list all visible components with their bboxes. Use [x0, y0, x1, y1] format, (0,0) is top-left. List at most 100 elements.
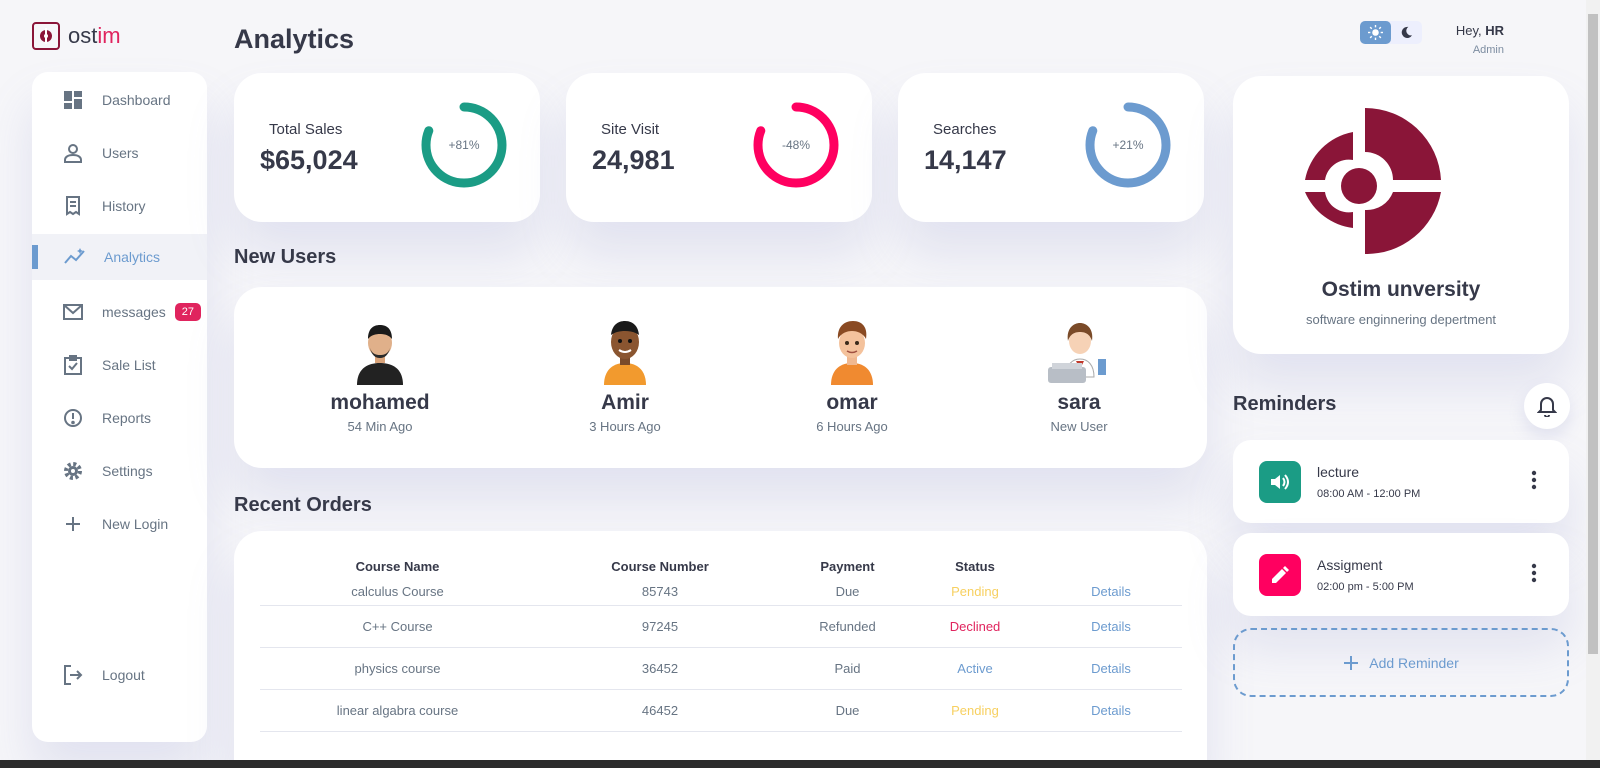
avatar — [590, 315, 660, 385]
reminder-item[interactable]: Assigment 02:00 pm - 5:00 PM — [1233, 533, 1569, 616]
details-link[interactable]: Details — [1040, 647, 1182, 690]
more-vertical-icon[interactable] — [1531, 470, 1537, 490]
payment: Due — [785, 689, 910, 732]
table-row: physics course 36452 Paid Active Details — [260, 647, 1182, 690]
sidebar-item-sale-list[interactable]: Sale List — [32, 342, 207, 388]
brand-name: ostim — [68, 23, 121, 48]
greeting-text: Hey, — [1455, 23, 1482, 38]
sidebar-item-label: Analytics — [104, 249, 161, 265]
details-link[interactable]: Details — [1040, 605, 1182, 648]
reminder-time: 02:00 pm - 5:00 PM — [1317, 581, 1414, 593]
stat-value: 24,981 — [592, 145, 675, 175]
gear-icon — [62, 460, 84, 482]
user-role: Admin — [1472, 44, 1504, 56]
sidebar-item-label: Users — [102, 145, 139, 161]
sidebar-item-analytics[interactable]: Analytics — [32, 234, 207, 280]
logo-icon — [32, 22, 60, 50]
add-reminder-button[interactable]: Add Reminder — [1233, 628, 1569, 697]
plus-icon — [1344, 655, 1359, 670]
logout-button[interactable]: Logout — [32, 652, 207, 698]
column-header — [1040, 553, 1182, 579]
user-item[interactable]: sara New User — [979, 315, 1179, 434]
mail-icon — [62, 301, 84, 323]
status-badge: Declined — [910, 605, 1040, 648]
notifications-button[interactable] — [1524, 383, 1570, 429]
column-header: Course Name — [355, 558, 440, 574]
stat-card-searches: Searches 14,147 +21% — [898, 73, 1204, 222]
reminder-title: lecture — [1317, 464, 1360, 480]
column-header: Course Number — [611, 558, 709, 574]
user-time: 54 Min Ago — [347, 419, 413, 434]
payment: Paid — [785, 647, 910, 690]
user-icon — [62, 142, 84, 164]
course-name: physics course — [260, 647, 535, 690]
university-name: Ostim unversity — [1321, 278, 1481, 301]
volume-icon — [1259, 461, 1301, 503]
avatar — [817, 315, 887, 385]
stat-value: $65,024 — [260, 145, 358, 175]
stat-card-total-sales: Total Sales $65,024 +81% — [234, 73, 540, 222]
plus-icon — [62, 513, 84, 535]
stat-percent: +21% — [1112, 138, 1144, 152]
sidebar-item-dashboard[interactable]: Dashboard — [32, 77, 207, 123]
user-time: New User — [1050, 419, 1108, 434]
user-time: 6 Hours Ago — [816, 419, 888, 434]
sidebar-item-label: Sale List — [102, 357, 156, 373]
course-number: 36452 — [535, 647, 785, 690]
status-badge: Pending — [910, 579, 1040, 606]
user-greeting: Hey, HR Admin — [1449, 23, 1504, 56]
sidebar-item-settings[interactable]: Settings — [32, 448, 207, 494]
course-number: 46452 — [535, 689, 785, 732]
os-taskbar — [0, 760, 1600, 768]
stat-label: Searches — [933, 121, 997, 138]
university-logo — [1305, 108, 1441, 254]
course-name: calculus Course — [260, 579, 535, 606]
sidebar-item-label: History — [102, 198, 146, 214]
payment: Refunded — [785, 605, 910, 648]
reminder-title: Assigment — [1317, 557, 1383, 573]
user-item[interactable]: Amir 3 Hours Ago — [525, 315, 725, 434]
column-header: Status — [955, 558, 995, 574]
more-vertical-icon[interactable] — [1531, 563, 1537, 583]
receipt-icon — [62, 195, 84, 217]
stat-value: 14,147 — [924, 145, 1007, 175]
table-row: linear algabra course 46452 Due Pending … — [260, 689, 1182, 732]
user-name: mohamed — [330, 391, 430, 414]
sidebar-item-users[interactable]: Users — [32, 130, 207, 176]
recent-orders-title: Recent Orders — [234, 494, 372, 516]
sun-icon[interactable] — [1360, 21, 1391, 44]
stat-percent: -48% — [781, 138, 810, 152]
dashboard-icon — [62, 89, 84, 111]
theme-toggle[interactable] — [1360, 21, 1422, 44]
sidebar-item-label: messages — [102, 304, 166, 320]
brand-logo[interactable]: ostim — [32, 22, 121, 50]
details-link[interactable]: Details — [1040, 689, 1182, 732]
user-time: 3 Hours Ago — [589, 419, 661, 434]
reminders-title: Reminders — [1233, 393, 1337, 415]
table-header-row: Course Name Course Number Payment Status — [260, 553, 1182, 579]
sidebar-item-reports[interactable]: Reports — [32, 395, 207, 441]
sidebar-item-messages[interactable]: messages 27 — [32, 289, 207, 335]
user-name: omar — [826, 391, 878, 414]
message-count-badge: 27 — [174, 303, 201, 321]
course-number: 85743 — [535, 579, 785, 606]
new-users-card: mohamed 54 Min Ago Amir 3 Hours Ago omar… — [234, 287, 1207, 468]
user-item[interactable]: mohamed 54 Min Ago — [280, 315, 480, 434]
status-badge: Pending — [910, 689, 1040, 732]
scrollbar-thumb[interactable] — [1588, 14, 1598, 654]
user-item[interactable]: omar 6 Hours Ago — [752, 315, 952, 434]
details-link[interactable]: Details — [1040, 579, 1182, 606]
avatar — [1044, 315, 1114, 385]
sidebar-item-history[interactable]: History — [32, 183, 207, 229]
sidebar-item-label: Reports — [102, 410, 152, 426]
sidebar: Dashboard Users History Analytics messag… — [32, 72, 207, 742]
reminder-item[interactable]: lecture 08:00 AM - 12:00 PM — [1233, 440, 1569, 523]
bell-icon — [1537, 397, 1557, 417]
reminder-time: 08:00 AM - 12:00 PM — [1317, 488, 1421, 500]
stat-percent: +81% — [448, 138, 480, 152]
stat-card-site-visit: Site Visit 24,981 -48% — [566, 73, 872, 222]
sidebar-item-new-login[interactable]: New Login — [32, 501, 207, 547]
payment: Due — [785, 579, 910, 606]
moon-icon[interactable] — [1391, 21, 1422, 44]
sidebar-item-label: New Login — [102, 516, 169, 532]
